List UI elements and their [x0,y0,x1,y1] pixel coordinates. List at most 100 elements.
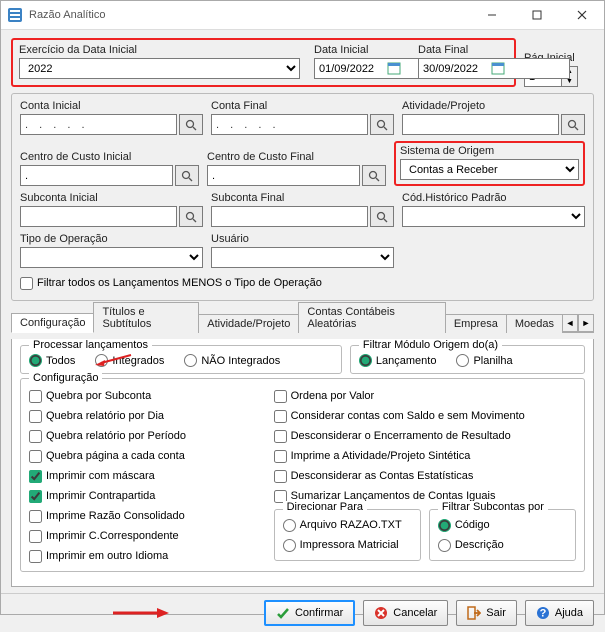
button-bar: Confirmar Cancelar Sair ? Ajuda [1,593,604,632]
search-icon [181,170,193,182]
usuario-label: Usuário [211,233,394,245]
conta-final-input[interactable] [211,114,368,135]
tab-scroll-left[interactable]: ◄ [562,314,578,332]
radio-descricao[interactable]: Descrição [438,536,567,554]
radio-todos[interactable]: Todos [29,354,75,367]
subconta-final-label: Subconta Final [211,192,394,204]
maximize-button[interactable] [514,1,559,29]
config-legend: Configuração [29,372,102,384]
tab-moedas[interactable]: Moedas [506,314,563,333]
data-final-label: Data Final [418,44,508,56]
search-icon [567,119,579,131]
sair-button[interactable]: Sair [456,600,517,626]
search-icon [376,119,388,131]
tab-titulos[interactable]: Títulos e Subtítulos [93,302,199,333]
sistema-origem-label: Sistema de Origem [400,145,579,157]
calendar-icon[interactable] [491,61,505,75]
centro-final-lookup[interactable] [362,165,386,186]
filtrar-modulo-legend: Filtrar Módulo Origem do(a) [359,339,502,351]
chk-ordena-valor[interactable] [274,390,287,403]
centro-final-label: Centro de Custo Final [207,151,386,163]
conta-final-lookup[interactable] [370,114,394,135]
chk-desconsiderar-encerramento[interactable] [274,430,287,443]
exercicio-label: Exercício da Data Inicial [19,44,300,56]
date-range-highlight: Exercício da Data Inicial 2022 Data Inic… [11,38,516,87]
conta-inicial-lookup[interactable] [179,114,203,135]
chk-atividade-sintetica[interactable] [274,450,287,463]
conta-inicial-input[interactable] [20,114,177,135]
chk-contas-estatisticas[interactable] [274,470,287,483]
usuario-select[interactable] [211,247,394,268]
centro-inicial-label: Centro de Custo Inicial [20,151,199,163]
subconta-final-lookup[interactable] [370,206,394,227]
tab-atividade[interactable]: Atividade/Projeto [198,314,299,333]
centro-inicial-input[interactable] [20,165,173,186]
conta-inicial-label: Conta Inicial [20,100,203,112]
help-icon: ? [536,606,550,620]
window-title: Razão Analítico [29,9,469,21]
direcท-legend: Direcionar Para [283,501,367,513]
cod-hist-label: Cód.Histórico Padrão [402,192,585,204]
cancelar-button[interactable]: Cancelar [363,600,448,626]
tab-configuracao[interactable]: Configuração [11,313,94,333]
subconta-inicial-lookup[interactable] [179,206,203,227]
exercicio-select[interactable]: 2022 [19,58,300,79]
radio-planilha[interactable]: Planilha [456,354,512,367]
tab-contas-aleatorias[interactable]: Contas Contábeis Aleatórias [298,302,445,333]
titlebar: Razão Analítico [1,1,604,30]
subconta-inicial-input[interactable] [20,206,177,227]
radio-lancamento[interactable]: Lançamento [359,354,437,367]
sistema-origem-select[interactable]: Contas a Receber [400,159,579,180]
minimize-button[interactable] [469,1,514,29]
calendar-icon[interactable] [387,61,401,75]
confirmar-button[interactable]: Confirmar [264,600,355,626]
chk-razao-consolidado[interactable] [29,510,42,523]
check-icon [276,606,290,620]
processar-legend: Processar lançamentos [29,339,152,351]
centro-final-input[interactable] [207,165,360,186]
conta-final-label: Conta Final [211,100,394,112]
radio-arquivo-razao[interactable]: Arquivo RAZAO.TXT [283,516,412,534]
cod-hist-select[interactable] [402,206,585,227]
ajuda-button[interactable]: ? Ajuda [525,600,594,626]
radio-codigo[interactable]: Código [438,516,567,534]
chk-saldo-sem-mov[interactable] [274,410,287,423]
atividade-lookup[interactable] [561,114,585,135]
radio-impressora-matricial[interactable]: Impressora Matricial [283,536,412,554]
svg-text:?: ? [539,608,546,620]
search-icon [368,170,380,182]
radio-nao-integrados[interactable]: NÃO Integrados [184,354,280,367]
atividade-label: Atividade/Projeto [402,100,585,112]
chk-quebra-dia[interactable] [29,410,42,423]
filtsub-legend: Filtrar Subcontas por [438,501,548,513]
filtrar-menos-checkbox[interactable] [20,277,33,290]
tipo-operacao-label: Tipo de Operação [20,233,203,245]
subconta-inicial-label: Subconta Inicial [20,192,203,204]
tabpage-configuracao: Processar lançamentos Todos Integrados N… [11,339,594,587]
search-icon [185,119,197,131]
cancel-icon [374,606,388,620]
chk-quebra-subconta[interactable] [29,390,42,403]
chk-imprimir-mascara[interactable] [29,470,42,483]
chk-quebra-periodo[interactable] [29,430,42,443]
tab-scroll-right[interactable]: ► [578,314,594,332]
chk-outro-idioma[interactable] [29,550,42,563]
chk-ccorrespondente[interactable] [29,530,42,543]
exit-icon [467,606,481,620]
subconta-final-input[interactable] [211,206,368,227]
window: Razão Analítico Exercício da Data Inicia… [0,0,605,615]
annotation-arrow-icon [111,605,171,621]
tab-empresa[interactable]: Empresa [445,314,507,333]
search-icon [376,211,388,223]
annotation-arrow-icon [93,352,133,366]
atividade-input[interactable] [402,114,559,135]
close-button[interactable] [559,1,604,29]
tipo-operacao-select[interactable] [20,247,203,268]
tabbar: Configuração Títulos e Subtítulos Ativid… [11,311,594,333]
chk-imprimir-contrapartida[interactable] [29,490,42,503]
data-inicial-label: Data Inicial [314,44,404,56]
filters-fieldset: Conta Inicial Conta Final Atividade/Proj… [11,93,594,301]
chk-quebra-pagina[interactable] [29,450,42,463]
centro-inicial-lookup[interactable] [175,165,199,186]
search-icon [185,211,197,223]
